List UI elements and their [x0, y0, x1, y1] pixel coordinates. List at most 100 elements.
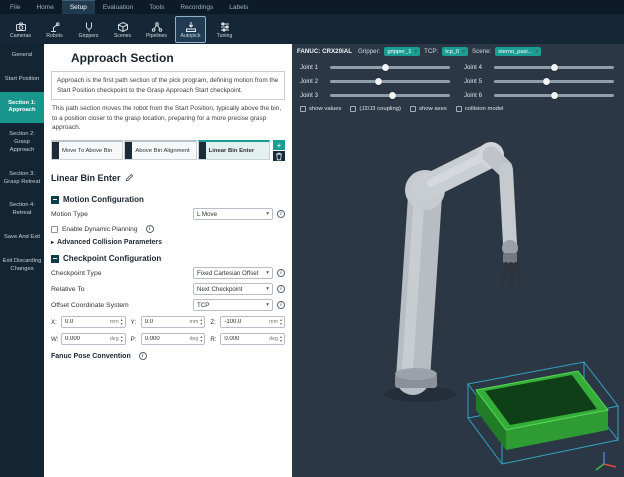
show-axes-checkbox[interactable]	[410, 106, 416, 112]
offset-r-input[interactable]: deg ▴▾	[220, 333, 285, 345]
offset-x-input[interactable]: mm ▴▾	[61, 316, 126, 328]
sidebar-item-section-2-grasp-approach[interactable]: Section 2: Grasp Approach	[0, 123, 44, 162]
slider-thumb[interactable]	[375, 78, 382, 85]
stepper-arrows[interactable]: ▴▾	[279, 335, 283, 342]
sidebar-item-section-4-retreat[interactable]: Section 4: Retreat	[0, 194, 44, 226]
sidebar-item-general[interactable]: General	[0, 44, 44, 68]
stepper-arrows[interactable]: ▴▾	[279, 318, 283, 325]
slider-thumb[interactable]	[382, 64, 389, 71]
bin	[476, 371, 608, 450]
menu-tab-file[interactable]: File	[2, 0, 28, 14]
offset-z-input[interactable]: mm ▴▾	[220, 316, 285, 328]
info-icon[interactable]: i	[277, 269, 285, 277]
collapse-icon[interactable]	[51, 255, 59, 263]
gripper-fingers	[502, 264, 520, 288]
checkpoint-tab-move-to-above-bin[interactable]: Move To Above Bin	[51, 140, 123, 160]
drag-handle[interactable]	[199, 142, 206, 159]
collapse-icon[interactable]	[51, 196, 59, 204]
collision-model-option[interactable]: collision model	[456, 106, 504, 112]
collision-model-checkbox[interactable]	[456, 106, 462, 112]
menu-tab-home[interactable]: Home	[28, 0, 61, 14]
drag-handle[interactable]	[125, 142, 132, 159]
sidebar-item-exit-discarding-changes[interactable]: Exit Discarding Changes	[0, 250, 44, 282]
joint-4-slider[interactable]	[494, 63, 614, 71]
joint-6-slider[interactable]	[494, 91, 614, 99]
info-icon[interactable]: i	[277, 301, 285, 309]
menu-tab-tools[interactable]: Tools	[141, 0, 172, 14]
select-value: gripper_1	[387, 49, 411, 55]
menu-tab-evaluation[interactable]: Evaluation	[95, 0, 141, 14]
offset-r: R: deg ▴▾	[210, 333, 285, 345]
description-text-1: Approach is the first path section of th…	[57, 77, 278, 94]
toolbar-item-tuning[interactable]: Tuning	[209, 16, 240, 43]
drag-handle[interactable]	[52, 142, 59, 159]
show-values-option[interactable]: show values	[300, 106, 341, 112]
show-values-checkbox[interactable]	[300, 106, 306, 112]
info-icon[interactable]: i	[277, 285, 285, 293]
relative-to-select[interactable]: Next Checkpoint ▾	[193, 283, 273, 295]
toolbar-item-autopick[interactable]: Autopick	[175, 16, 206, 43]
joint-1-slider[interactable]	[330, 63, 450, 71]
3d-viewport[interactable]	[292, 128, 624, 477]
joint-2-slider[interactable]	[330, 77, 450, 85]
j2-j3-coupling-checkbox[interactable]	[350, 106, 356, 112]
toolbar-item-grippers[interactable]: Grippers	[73, 16, 104, 43]
scene-select[interactable]: sterno_pasi... ▾	[495, 47, 541, 56]
joint-6-label: Joint 6	[464, 92, 488, 99]
show-axes-option[interactable]: show axes	[410, 106, 447, 112]
checkpoint-tab-linear-bin-enter[interactable]: Linear Bin Enter	[198, 140, 270, 160]
chevron-down-icon: ▾	[266, 302, 269, 308]
joint-5-slider[interactable]	[494, 77, 614, 85]
stepper-arrows[interactable]: ▴▾	[120, 318, 124, 325]
motion-configuration-header[interactable]: Motion Configuration	[51, 195, 285, 204]
info-icon[interactable]: i	[146, 225, 154, 233]
tcp-select[interactable]: tcp_0 ▾	[442, 47, 468, 56]
checkpoint-configuration-header[interactable]: Checkpoint Configuration	[51, 254, 285, 263]
dynamic-planning-checkbox[interactable]	[51, 226, 58, 233]
info-icon[interactable]: i	[139, 352, 147, 360]
sidebar-item-start-position[interactable]: Start Position	[0, 68, 44, 92]
offset-w-label: W:	[51, 336, 59, 343]
dynamic-planning-row: Enable Dynamic Planning i	[51, 225, 285, 233]
checkpoint-tab-above-bin-alignment[interactable]: Above Bin Alignment	[124, 140, 196, 160]
toolbar-item-label: Cameras	[10, 33, 31, 39]
slider-thumb[interactable]	[551, 64, 558, 71]
stepper-arrows[interactable]: ▴▾	[199, 318, 203, 325]
edit-icon[interactable]	[125, 169, 134, 187]
slider-thumb[interactable]	[551, 92, 558, 99]
checkpoint-tab-actions: +	[273, 140, 285, 161]
stepper-arrows[interactable]: ▴▾	[120, 335, 124, 342]
checkpoint-type-label: Checkpoint Type	[51, 270, 193, 277]
advanced-collision-parameters[interactable]: ▸ Advanced Collision Parameters	[51, 239, 285, 246]
offset-y-input[interactable]: mm ▴▾	[141, 316, 206, 328]
toolbar-item-cameras[interactable]: Cameras	[5, 16, 36, 43]
select-value: Next Checkpoint	[197, 286, 242, 293]
slider-thumb[interactable]	[389, 92, 396, 99]
motion-type-select[interactable]: L Move ▾	[193, 208, 273, 220]
delete-checkpoint-button[interactable]	[273, 151, 285, 161]
sidebar-item-section-1-approach[interactable]: Section 1: Approach	[0, 92, 44, 124]
joint-3-slider[interactable]	[330, 91, 450, 99]
offset-p-input[interactable]: deg ▴▾	[141, 333, 206, 345]
menu-tab-recordings[interactable]: Recordings	[172, 0, 221, 14]
menu-tab-labels[interactable]: Labels	[221, 0, 256, 14]
pose-convention-row: Fanuc Pose Convention i	[51, 352, 285, 360]
info-icon[interactable]: i	[277, 210, 285, 218]
toolbar-item-robots[interactable]: Robots	[39, 16, 70, 43]
toolbar-item-pipelines[interactable]: Pipelines	[141, 16, 172, 43]
checkpoint-type-select[interactable]: Fixed Cartesian Offset ▾	[193, 267, 273, 279]
sidebar-item-section-3-grasp-retreat[interactable]: Section 3: Grasp Retreat	[0, 163, 44, 195]
select-value: sterno_pasi...	[498, 49, 532, 55]
description-box: Approach is the first path section of th…	[51, 71, 285, 100]
j2-j3-coupling-option[interactable]: (J2/J3 coupling)	[350, 106, 401, 112]
gripper-select[interactable]: gripper_1 ▾	[384, 47, 420, 56]
offset-coordinate-system-row: Offset Coordinate System TCP ▾ i	[51, 299, 285, 311]
toolbar-item-scenes[interactable]: Scenes	[107, 16, 138, 43]
offset-w-input[interactable]: deg ▴▾	[61, 333, 126, 345]
menu-tab-setup[interactable]: Setup	[62, 0, 95, 14]
offset-coordinate-system-select[interactable]: TCP ▾	[193, 299, 273, 311]
stepper-arrows[interactable]: ▴▾	[199, 335, 203, 342]
sidebar-item-save-and-exit[interactable]: Save And Exit	[0, 226, 44, 250]
robot-arm-icon	[49, 20, 61, 32]
slider-thumb[interactable]	[543, 78, 550, 85]
